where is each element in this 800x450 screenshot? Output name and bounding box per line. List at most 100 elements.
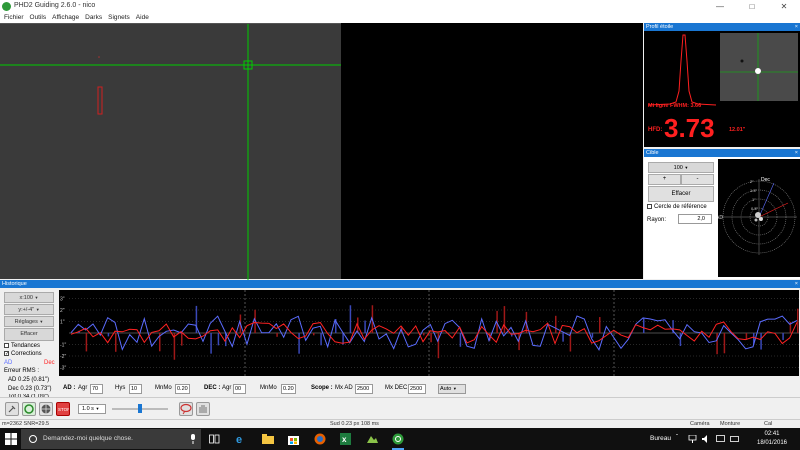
close-icon[interactable]: × [795,280,798,288]
file-explorer-icon[interactable] [262,434,274,446]
firefox-icon[interactable] [314,433,326,447]
zoom-out-button[interactable]: - [681,174,714,185]
ra-agr-label: Agr [78,385,88,391]
clock-date[interactable]: 18/01/2016 [755,440,789,446]
message-icon[interactable] [716,435,725,445]
star-marker [97,86,103,115]
rms-ra: AD 0.25 (0.81") [8,377,50,383]
menu-darks[interactable]: Darks [82,13,105,23]
settings-button[interactable]: Réglages ▼ [4,316,54,327]
close-button[interactable]: ✕ [769,1,799,12]
correction-bar [217,333,220,346]
auto-select-star-icon[interactable] [39,402,53,416]
windows-start-icon[interactable] [5,433,17,447]
correction-bar [298,333,300,354]
sync-app-icon[interactable] [366,434,379,446]
search-placeholder: Demandez-moi quelque chose. [43,435,133,442]
correction-bar [745,333,748,340]
correction-bar [276,333,278,337]
hys-input[interactable]: 10 [129,384,142,394]
ring-label-0-5: 0.5" [751,206,759,211]
fwhm-label: Mi ligne FWHM: 3.66 [648,103,702,109]
maximize-button[interactable]: □ [737,1,767,12]
correction-bar [313,333,315,336]
ra-mnmo-input[interactable]: 0.20 [175,384,190,394]
menu-fichier[interactable]: Fichier [0,13,27,23]
clock-time[interactable]: 02:41 [758,431,786,437]
target-scale-value: 100 [673,165,683,171]
menu-aide[interactable]: Aide [133,13,152,23]
ref-circle-checkbox[interactable] [647,204,652,209]
correction-bar [716,333,718,355]
ra-agr-input[interactable]: 70 [90,384,103,394]
star-thumbnail-star [755,68,761,74]
stop-icon[interactable]: STOP [56,402,70,416]
target-scale-select[interactable]: 100 ▼ [648,162,714,173]
history-header: Historique × [0,280,800,288]
excel-icon[interactable]: x [340,433,351,447]
mx-ad-input[interactable]: 2500 [355,384,373,394]
store-icon[interactable] [288,433,299,447]
camera-settings-icon[interactable] [196,402,210,416]
edge-icon[interactable]: e [235,433,247,447]
mx-dec-input[interactable]: 2500 [408,384,426,394]
correction-bar [437,333,440,359]
volume-icon[interactable] [702,435,711,445]
microphone-icon[interactable] [189,434,197,446]
close-icon[interactable]: × [795,23,798,31]
status-bar: m=2362 SNR=29.5 Sud 0.23 px 108 ms Camér… [0,419,800,428]
network-icon[interactable] [688,434,697,445]
star-profile-header: Profil étoile × [644,23,800,31]
radius-label: Rayon: [647,217,667,223]
svg-text:STOP: STOP [58,407,69,412]
connect-icon[interactable] [5,402,19,416]
menu-signets[interactable]: Signets [105,13,133,23]
correction-bar [364,320,366,333]
minimize-button[interactable]: — [705,1,735,12]
corrections-option[interactable]: ✓ Corrections [4,351,42,357]
dec-mnmo-input[interactable]: 0.20 [281,384,296,394]
mx-dec-label: Mx DEC [385,385,408,391]
trends-option[interactable]: Tendances [4,343,40,349]
corrections-checkbox[interactable]: ✓ [4,351,9,357]
target-clear-button[interactable]: Effacer [648,186,714,202]
correction-bar [555,315,557,333]
dec-agr-input[interactable]: 00 [233,384,246,394]
star-dot [98,56,100,58]
menu-affichage[interactable]: Affichage [49,13,82,23]
loop-icon[interactable] [22,402,36,416]
exposure-select[interactable]: 1.0 s ▼ [78,404,106,414]
star-thumbnail [720,33,798,101]
hfd-arcsec: 12.01" [729,127,746,133]
history-graph: 3" 2" 1" -1" -2" -3" [59,290,799,376]
gamma-slider-thumb[interactable] [138,404,142,413]
radius-input[interactable]: 2,0 [678,214,712,224]
history-clear-button[interactable]: Effacer [4,328,54,341]
exposure-value: 1.0 s [82,406,94,412]
menu-outils[interactable]: Outils [27,13,50,23]
camera-view[interactable] [0,23,341,280]
ref-circle-option[interactable]: Cercle de référence [647,204,707,210]
close-icon[interactable]: × [795,149,798,157]
desktop-label[interactable]: Bureau [650,435,671,442]
show-more-icon[interactable]: ˆ [676,435,678,441]
taskbar: Demandez-moi quelque chose. e x Bureau ˆ… [0,428,800,450]
phd2-taskbar-icon[interactable] [392,433,404,450]
target-ra-label: AD [718,215,723,221]
keyboard-icon[interactable] [730,435,739,445]
mode-select[interactable]: Auto ▼ [438,384,466,394]
y-scale-select[interactable]: y:+/-4" ▼ [4,304,54,315]
x-scale-select[interactable]: x:100 ▼ [4,292,54,303]
thumb-dark-spot [740,59,744,63]
zoom-in-button[interactable]: + [648,174,681,185]
correction-bar [85,333,88,352]
trends-checkbox[interactable] [4,343,9,348]
search-icon [28,434,38,446]
guide-advisor-icon[interactable] [179,402,193,416]
taskbar-search[interactable]: Demandez-moi quelque chose. [21,429,201,449]
task-view-icon[interactable] [209,434,220,446]
ring-label-1: 1" [752,197,756,202]
mode-value: Auto [440,386,452,392]
correction-bar [782,333,784,340]
svg-text:e: e [236,434,242,445]
